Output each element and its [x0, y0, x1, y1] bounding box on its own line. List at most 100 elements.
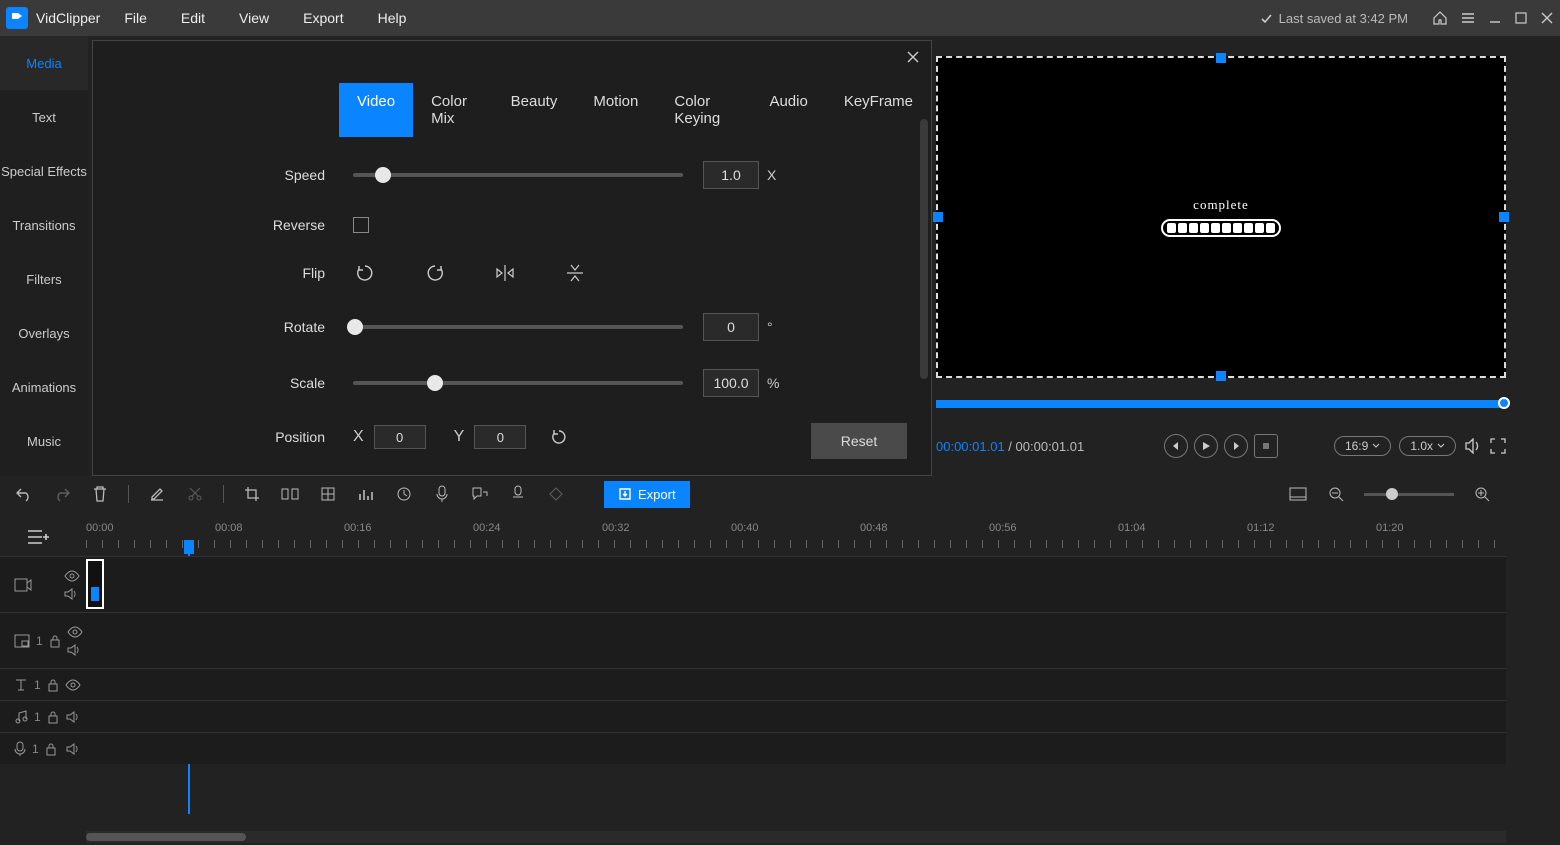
zoom-slider[interactable]: [1364, 493, 1454, 496]
tab-motion[interactable]: Motion: [575, 83, 656, 137]
playback-rate-selector[interactable]: 1.0x: [1399, 436, 1456, 456]
hamburger-icon[interactable]: [1460, 10, 1476, 26]
position-y-value[interactable]: [474, 425, 526, 449]
text-to-speech-icon[interactable]: [470, 484, 490, 504]
menu-file[interactable]: File: [124, 10, 147, 26]
speed-slider-thumb[interactable]: [375, 167, 391, 183]
track-lock-icon[interactable]: [45, 742, 57, 756]
tab-video[interactable]: Video: [339, 83, 413, 137]
panel-close-button[interactable]: [901, 45, 925, 69]
zoom-out-icon[interactable]: [1326, 484, 1346, 504]
duration-icon[interactable]: [394, 484, 414, 504]
rotate-cw-icon[interactable]: [423, 261, 447, 285]
redo-icon[interactable]: [52, 484, 72, 504]
rotate-value[interactable]: [703, 313, 759, 341]
playhead[interactable]: [184, 540, 194, 554]
sidebar-item-animations[interactable]: Animations: [0, 360, 88, 414]
track-pip-icon[interactable]: [14, 634, 30, 648]
rotate-ccw-icon[interactable]: [353, 261, 377, 285]
mosaic-icon[interactable]: [318, 484, 338, 504]
timeline-clip[interactable]: [86, 559, 104, 609]
scale-slider[interactable]: [353, 381, 683, 385]
undo-icon[interactable]: [14, 484, 34, 504]
track-mute-icon[interactable]: [66, 711, 80, 723]
timeline-h-scrollbar-thumb[interactable]: [86, 833, 246, 841]
preview-canvas[interactable]: complete: [936, 56, 1506, 378]
timeline-ruler[interactable]: 00:00 00:08 00:16 00:24 00:32 00:40 00:4…: [86, 522, 1506, 550]
menu-help[interactable]: Help: [378, 10, 407, 26]
preview-scrubber-thumb[interactable]: [1498, 397, 1510, 409]
track-lock-icon[interactable]: [47, 678, 59, 692]
speech-to-text-icon[interactable]: [508, 484, 528, 504]
timeline-h-scrollbar[interactable]: [86, 831, 1506, 843]
speed-value[interactable]: [703, 161, 759, 189]
selection-handle-bottom[interactable]: [1216, 371, 1226, 381]
sidebar-item-text[interactable]: Text: [0, 90, 88, 144]
track-visibility-icon[interactable]: [64, 570, 80, 582]
rotate-slider[interactable]: [353, 325, 683, 329]
edit-clip-icon[interactable]: [147, 484, 167, 504]
track-mic-icon[interactable]: [14, 741, 26, 757]
position-x-value[interactable]: [374, 425, 426, 449]
fit-timeline-icon[interactable]: [1288, 484, 1308, 504]
cut-icon[interactable]: [185, 484, 205, 504]
position-reset-icon[interactable]: [550, 428, 568, 446]
volume-icon[interactable]: [1464, 438, 1482, 454]
flip-vertical-icon[interactable]: [563, 261, 587, 285]
flip-horizontal-icon[interactable]: [493, 261, 517, 285]
sidebar-item-special-effects[interactable]: Special Effects: [0, 144, 88, 198]
track-visibility-icon[interactable]: [65, 679, 81, 691]
scale-slider-thumb[interactable]: [427, 375, 443, 391]
tab-audio[interactable]: Audio: [751, 83, 825, 137]
zoom-slider-thumb[interactable]: [1386, 488, 1398, 500]
selection-handle-top[interactable]: [1216, 53, 1226, 63]
aspect-ratio-selector[interactable]: 16:9: [1334, 436, 1391, 456]
track-visibility-icon[interactable]: [67, 626, 83, 638]
menu-view[interactable]: View: [239, 10, 269, 26]
rotate-slider-thumb[interactable]: [347, 319, 363, 335]
sidebar-item-media[interactable]: Media: [0, 36, 88, 90]
tab-color-keying[interactable]: Color Keying: [656, 83, 751, 137]
track-music-icon[interactable]: [14, 710, 28, 724]
split-icon[interactable]: [280, 484, 300, 504]
window-minimize[interactable]: [1488, 11, 1502, 25]
speed-slider[interactable]: [353, 173, 683, 177]
track-lock-icon[interactable]: [49, 634, 61, 648]
fullscreen-icon[interactable]: [1490, 438, 1506, 454]
keyframe-add-icon[interactable]: [546, 484, 566, 504]
sidebar-item-transitions[interactable]: Transitions: [0, 198, 88, 252]
tab-color-mix[interactable]: Color Mix: [413, 83, 493, 137]
zoom-in-icon[interactable]: [1472, 484, 1492, 504]
preview-scrubber[interactable]: [936, 400, 1506, 408]
sidebar-item-music[interactable]: Music: [0, 414, 88, 468]
track-options-icon[interactable]: [10, 526, 66, 548]
track-text-icon[interactable]: [14, 678, 28, 692]
stop-button[interactable]: [1254, 434, 1278, 458]
tab-beauty[interactable]: Beauty: [493, 83, 576, 137]
tab-keyframe[interactable]: KeyFrame: [826, 83, 931, 137]
next-frame-button[interactable]: [1224, 434, 1248, 458]
home-icon[interactable]: [1432, 10, 1448, 26]
play-button[interactable]: [1194, 434, 1218, 458]
selection-handle-left[interactable]: [933, 212, 943, 222]
track-video-icon[interactable]: [14, 578, 32, 592]
scale-value[interactable]: [703, 369, 759, 397]
track-mute-icon[interactable]: [66, 743, 80, 755]
prev-frame-button[interactable]: [1164, 434, 1188, 458]
menu-export[interactable]: Export: [303, 10, 343, 26]
sidebar-item-overlays[interactable]: Overlays: [0, 306, 88, 360]
window-maximize[interactable]: [1514, 11, 1528, 25]
reset-button[interactable]: Reset: [811, 423, 907, 459]
window-close[interactable]: [1540, 11, 1554, 25]
menu-edit[interactable]: Edit: [181, 10, 205, 26]
export-button[interactable]: Export: [604, 481, 690, 508]
selection-handle-right[interactable]: [1499, 212, 1509, 222]
delete-icon[interactable]: [90, 484, 110, 504]
track-lock-icon[interactable]: [47, 710, 59, 724]
sidebar-item-filters[interactable]: Filters: [0, 252, 88, 306]
voiceover-icon[interactable]: [432, 484, 452, 504]
crop-icon[interactable]: [242, 484, 262, 504]
reverse-checkbox[interactable]: [353, 217, 369, 233]
track-mute-icon[interactable]: [64, 588, 80, 600]
track-mute-icon[interactable]: [67, 644, 83, 656]
